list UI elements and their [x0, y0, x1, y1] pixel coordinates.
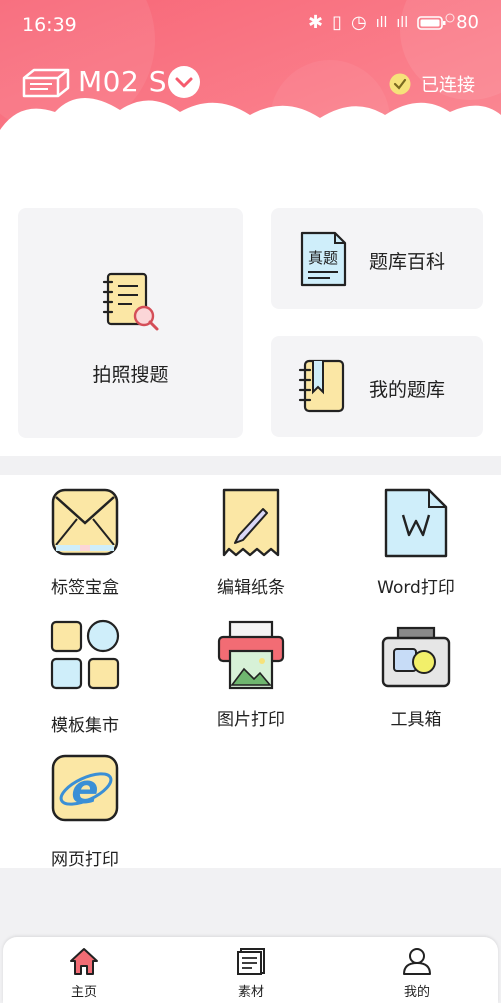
my-questions-label: 我的题库 — [369, 379, 446, 401]
device-name[interactable]: M02 S — [78, 65, 167, 98]
tool-label: 工具箱 — [390, 710, 442, 730]
tab-home[interactable]: 主页 — [24, 937, 144, 1003]
alarm-icon: ◷ — [351, 12, 367, 33]
device-bar: M02 S 已连接 — [20, 62, 481, 104]
exam-paper-icon: 真题 — [300, 231, 347, 287]
status-time: 16:39 — [22, 14, 77, 36]
tool-label-box[interactable]: 标签宝盒 — [25, 487, 145, 605]
user-icon — [403, 948, 431, 975]
home-icon — [70, 948, 98, 975]
tool-label: 编辑纸条 — [217, 578, 285, 598]
bottom-tab-bar: 主页 素材 我的 — [3, 937, 498, 1003]
materials-icon — [237, 948, 265, 975]
connected-check-icon — [389, 73, 411, 95]
my-questions-card[interactable]: 我的题库 — [271, 336, 483, 437]
battery-icon — [417, 12, 447, 33]
template-grid-icon — [50, 619, 120, 690]
bookmark-notebook-icon — [298, 359, 345, 413]
tool-image-print[interactable]: 图片打印 — [191, 619, 311, 737]
status-icons: ✱ ▯ ◷ ıll ıll 80 — [308, 12, 479, 33]
browser-e-icon: e — [51, 754, 119, 822]
question-encyclopedia-label: 题库百科 — [369, 251, 446, 273]
device-dropdown-icon[interactable] — [167, 65, 201, 99]
toolbox-icon — [381, 626, 451, 688]
printer-icon — [22, 68, 70, 98]
status-bar: 16:39 ✱ ▯ ◷ ıll ıll 80 — [0, 0, 501, 52]
tab-home-label: 主页 — [70, 985, 97, 1000]
tool-label: 模板集市 — [51, 716, 119, 736]
tool-edit-note[interactable]: 编辑纸条 — [191, 487, 311, 605]
tool-template-market[interactable]: 模板集市 — [25, 619, 145, 737]
pencil-paper-icon — [222, 488, 280, 557]
connection-status: 已连接 — [389, 71, 475, 97]
tab-profile[interactable]: 我的 — [357, 937, 477, 1003]
tab-materials-label: 素材 — [237, 985, 264, 1000]
tool-web-print[interactable]: e 网页打印 — [25, 753, 145, 871]
connection-status-text: 已连接 — [421, 75, 475, 96]
tool-word-print[interactable]: Word打印 — [356, 487, 476, 605]
exam-paper-icon-text: 真题 — [308, 249, 338, 267]
tab-profile-label: 我的 — [403, 985, 430, 1000]
signal-4g-icon: ıll — [396, 14, 409, 31]
feature-cards-section: 拍照搜题 真题 题库百科 我的题库 — [0, 160, 501, 456]
tool-label: 图片打印 — [217, 710, 285, 730]
notebook-search-icon — [102, 272, 159, 331]
tab-materials[interactable]: 素材 — [191, 937, 311, 1003]
tool-toolbox[interactable]: 工具箱 — [356, 619, 476, 737]
svg-text:e: e — [71, 767, 98, 813]
tool-label: 标签宝盒 — [51, 578, 119, 598]
bluetooth-icon: ✱ — [308, 12, 324, 33]
photo-search-label: 拍照搜题 — [92, 364, 169, 386]
tool-label: Word打印 — [377, 578, 455, 598]
word-document-icon — [384, 488, 448, 558]
battery-level: 80 — [456, 12, 479, 33]
photo-search-card[interactable]: 拍照搜题 — [18, 208, 243, 438]
vibrate-icon: ▯ — [332, 12, 343, 33]
signal-3g-icon: ıll — [375, 14, 388, 31]
envelope-icon — [51, 488, 119, 556]
question-encyclopedia-card[interactable]: 真题 题库百科 — [271, 208, 483, 309]
tool-label: 网页打印 — [51, 850, 119, 870]
tools-grid: 标签宝盒 编辑纸条 Word打印 模板集市 图片打印 工具箱 e 网页打印 — [0, 475, 501, 871]
photo-printer-icon — [217, 620, 285, 690]
